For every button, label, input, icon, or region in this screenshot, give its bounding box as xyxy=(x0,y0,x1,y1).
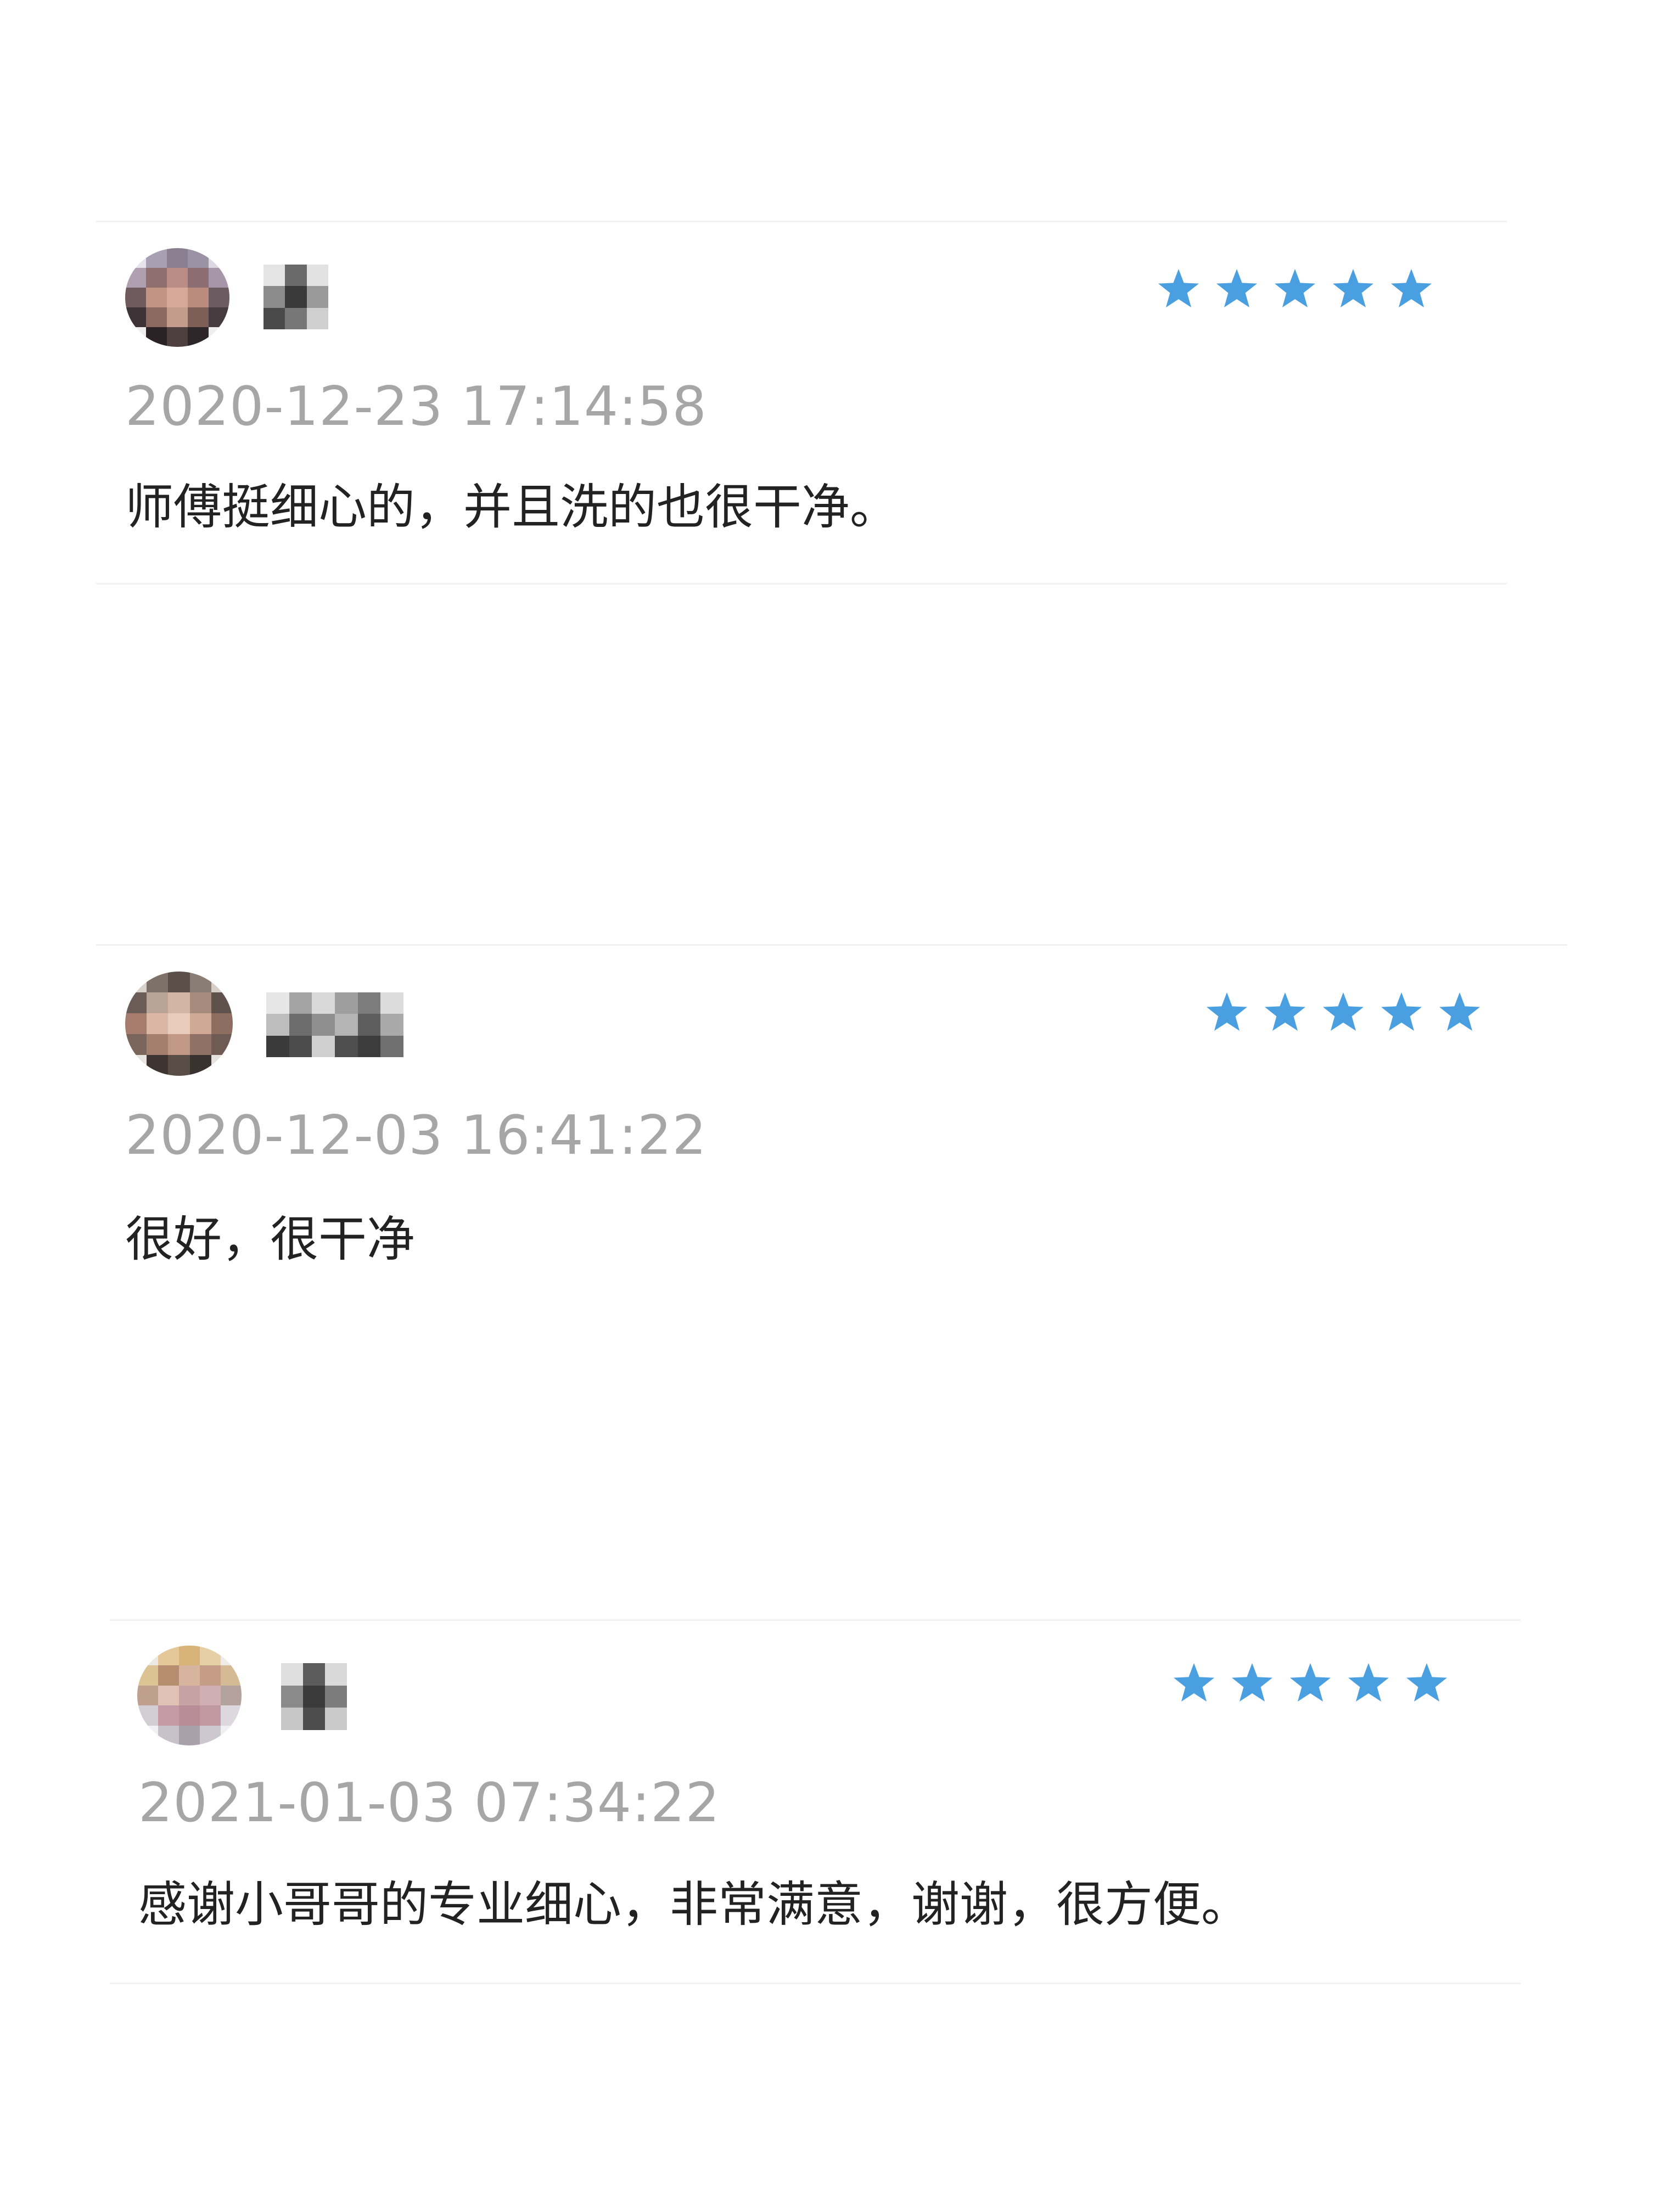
star-icon xyxy=(1322,991,1365,1033)
review-date: 2020-12-03 16:41:22 xyxy=(125,1104,707,1167)
user-avatar[interactable] xyxy=(137,1646,242,1745)
rating-stars xyxy=(1205,991,1481,1033)
user-avatar[interactable] xyxy=(125,972,233,1076)
review-comment: 师傅挺细心的，并且洗的也很干净。 xyxy=(125,479,899,535)
star-icon xyxy=(1231,1662,1274,1704)
review-divider-bottom xyxy=(110,1983,1521,1984)
review-divider-top xyxy=(96,221,1507,222)
user-name xyxy=(266,992,403,1057)
review-date: 2021-01-03 07:34:22 xyxy=(138,1772,720,1834)
star-icon xyxy=(1390,268,1433,310)
rating-stars xyxy=(1173,1662,1448,1704)
star-icon xyxy=(1205,991,1248,1033)
review-comment: 感谢小哥哥的专业细心，非常满意，谢谢，很方便。 xyxy=(138,1876,1250,1933)
review-divider-top xyxy=(96,944,1567,946)
review-divider-top xyxy=(110,1619,1521,1621)
star-icon xyxy=(1380,991,1423,1033)
rating-stars xyxy=(1157,268,1433,310)
star-icon xyxy=(1274,268,1316,310)
star-icon xyxy=(1347,1662,1390,1704)
star-icon xyxy=(1332,268,1375,310)
star-icon xyxy=(1438,991,1481,1033)
user-name xyxy=(263,265,328,329)
user-avatar[interactable] xyxy=(125,248,229,347)
star-icon xyxy=(1405,1662,1448,1704)
review-divider-bottom xyxy=(96,583,1507,585)
star-icon xyxy=(1215,268,1258,310)
star-icon xyxy=(1173,1662,1215,1704)
star-icon xyxy=(1289,1662,1332,1704)
review-comment: 很好，很干净 xyxy=(125,1211,416,1267)
star-icon xyxy=(1157,268,1200,310)
review-date: 2020-12-23 17:14:58 xyxy=(125,375,707,438)
star-icon xyxy=(1264,991,1306,1033)
user-name xyxy=(281,1663,347,1730)
